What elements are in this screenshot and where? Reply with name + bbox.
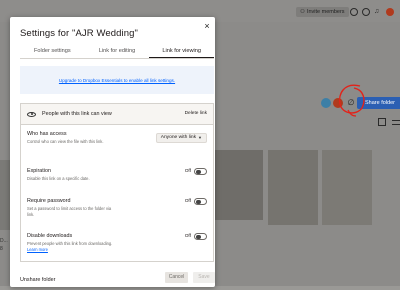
photo-thumbnail[interactable] xyxy=(322,150,372,225)
close-icon[interactable]: × xyxy=(202,21,212,31)
upgrade-banner: Upgrade to Dropbox Essentials to enable … xyxy=(20,66,214,94)
disable-downloads-text: Prevent people with this link from downl… xyxy=(27,241,113,246)
red-annotation-circle xyxy=(338,84,365,117)
expiration-desc: Disable this link on a specific date. xyxy=(27,176,90,181)
file-count: 8 xyxy=(0,246,3,252)
password-state: Off xyxy=(184,199,191,204)
tab-link-for-editing[interactable]: Link for editing xyxy=(85,46,150,58)
disable-downloads-title: Disable downloads xyxy=(27,233,73,239)
tab-folder-settings[interactable]: Folder settings xyxy=(20,46,85,58)
disable-downloads-row: Disable downloads Prevent people with th… xyxy=(27,233,209,252)
list-view-icon[interactable] xyxy=(392,120,400,125)
settings-tabs: Folder settings Link for editing Link fo… xyxy=(20,46,215,59)
delete-link-button[interactable]: Delete link xyxy=(185,111,207,116)
file-name: D... xyxy=(0,238,8,244)
require-password-title: Require password xyxy=(27,198,71,204)
invite-members-label: Invite members xyxy=(306,9,345,15)
invite-members-button[interactable]: ⚇ Invite members xyxy=(296,7,349,17)
upgrade-link[interactable]: Upgrade to Dropbox Essentials to enable … xyxy=(59,78,175,83)
chevron-down-icon: ▼ xyxy=(198,135,202,140)
bell-icon[interactable]: ♫ xyxy=(374,8,381,16)
expiration-toggle[interactable] xyxy=(194,168,207,175)
users-icon: ⚇ xyxy=(300,9,305,15)
learn-more-link[interactable]: Learn more xyxy=(27,247,48,252)
dialog-footer: Unshare folder Cancel Save xyxy=(10,272,215,287)
photo-thumbnail[interactable] xyxy=(215,150,263,220)
downloads-state: Off xyxy=(184,234,191,239)
link-settings-panel: People with this link can view Delete li… xyxy=(20,103,214,262)
cancel-button[interactable]: Cancel xyxy=(165,272,188,283)
expiration-row: Expiration Disable this link on a specif… xyxy=(27,168,209,182)
photo-thumbnail[interactable] xyxy=(0,160,10,230)
access-dropdown-value: Anyone with link xyxy=(160,135,197,140)
require-password-desc: Set a password to limit access to the fo… xyxy=(27,206,112,217)
disable-downloads-desc: Prevent people with this link from downl… xyxy=(27,241,115,252)
grid-apps-icon[interactable] xyxy=(350,8,358,16)
who-has-access-row: Who has access Control who can view the … xyxy=(27,131,209,145)
expiration-title: Expiration xyxy=(27,168,51,174)
dialog-title: Settings for "AJR Wedding" xyxy=(20,28,138,39)
grid-view-icon[interactable] xyxy=(378,118,386,126)
expiration-state: Off xyxy=(184,169,191,174)
eye-icon xyxy=(27,111,36,117)
settings-dialog: × Settings for "AJR Wedding" Folder sett… xyxy=(10,17,215,287)
access-dropdown[interactable]: Anyone with link ▼ xyxy=(155,133,207,143)
require-password-row: Require password Set a password to limit… xyxy=(27,198,209,217)
photo-thumbnail[interactable] xyxy=(268,150,318,225)
expiration-toggle-wrap: Off xyxy=(185,168,207,175)
who-has-access-desc: Control who can view the file with this … xyxy=(27,139,104,144)
unshare-folder-button[interactable]: Unshare folder xyxy=(20,275,55,285)
account-avatar[interactable] xyxy=(386,8,394,16)
save-button[interactable]: Save xyxy=(193,272,215,283)
tab-link-for-viewing[interactable]: Link for viewing xyxy=(149,46,215,58)
link-permission-label: People with this link can view xyxy=(42,111,112,117)
downloads-toggle[interactable] xyxy=(194,233,207,240)
password-toggle-wrap: Off xyxy=(185,198,207,205)
link-settings-header: People with this link can view Delete li… xyxy=(21,104,213,125)
help-icon[interactable] xyxy=(362,8,370,16)
password-toggle[interactable] xyxy=(194,198,207,205)
downloads-toggle-wrap: Off xyxy=(185,233,207,240)
